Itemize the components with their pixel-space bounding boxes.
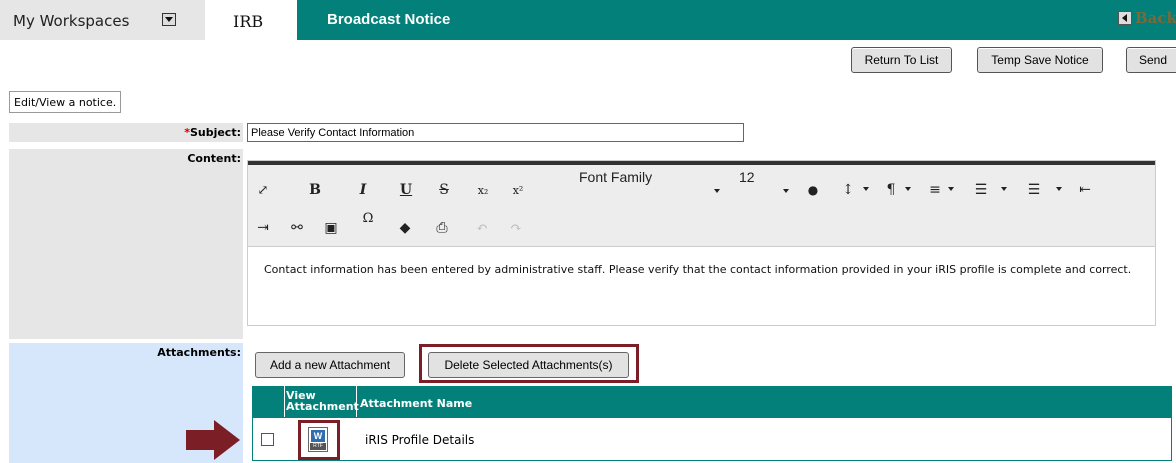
editor-toolbar: ⤢ B I U S x₂ x² Font Family 12 ● ↕ ¶ ≡ ☰… xyxy=(248,165,1155,247)
workspaces-menu[interactable]: My Workspaces xyxy=(0,0,205,40)
add-attachment-button[interactable]: Add a new Attachment xyxy=(255,352,405,378)
rtf-icon-letter: W xyxy=(311,430,325,442)
help-text: Edit/View a notice. xyxy=(9,91,122,113)
unordered-list-caret-icon[interactable] xyxy=(1056,187,1062,191)
module-tab-irb[interactable]: IRB xyxy=(205,0,297,40)
align-icon[interactable]: ≡ xyxy=(924,175,946,205)
rtf-icon-type: RTF xyxy=(310,443,326,450)
back-arrow-icon[interactable] xyxy=(1118,11,1132,25)
column-view-attachment: View Attachment xyxy=(286,389,359,413)
clear-formatting-icon[interactable]: ◆ xyxy=(394,213,416,243)
workspaces-label[interactable]: My Workspaces xyxy=(13,12,129,30)
page-title-bar: Broadcast Notice Back xyxy=(297,0,1176,40)
send-button[interactable]: Send xyxy=(1126,47,1176,73)
unordered-list-icon[interactable]: ☰ xyxy=(1023,175,1045,205)
return-to-list-button[interactable]: Return To List xyxy=(851,47,952,73)
pointer-arrow-icon xyxy=(186,420,240,460)
image-icon[interactable]: ▣ xyxy=(320,213,342,243)
module-label[interactable]: IRB xyxy=(233,12,263,31)
outdent-icon[interactable]: ⇤ xyxy=(1074,175,1096,205)
column-separator xyxy=(284,386,285,417)
paragraph-format-icon[interactable]: ¶ xyxy=(880,175,902,205)
indent-icon[interactable]: ⇥ xyxy=(252,213,274,243)
paragraph-caret-icon[interactable] xyxy=(905,187,911,191)
undo-icon[interactable]: ↶ xyxy=(471,213,493,243)
column-attachment-name: Attachment Name xyxy=(360,397,473,410)
back-label[interactable]: Back xyxy=(1135,9,1176,27)
rtf-file-icon[interactable]: W RTF xyxy=(308,427,328,452)
page-title: Broadcast Notice xyxy=(327,11,451,28)
line-height-caret-icon[interactable] xyxy=(863,187,869,191)
align-caret-icon[interactable] xyxy=(948,187,954,191)
redo-icon[interactable]: ↷ xyxy=(505,213,527,243)
row-checkbox[interactable] xyxy=(261,433,274,446)
editor-content[interactable]: Contact information has been entered by … xyxy=(264,263,1144,277)
font-size-select[interactable]: 12 xyxy=(739,169,755,185)
italic-icon[interactable]: I xyxy=(352,175,374,205)
strikethrough-icon[interactable]: S xyxy=(433,175,455,205)
underline-icon[interactable]: U xyxy=(395,175,417,205)
attachment-name: iRIS Profile Details xyxy=(365,433,475,447)
subject-input[interactable] xyxy=(247,123,744,142)
ordered-list-caret-icon[interactable] xyxy=(1001,187,1007,191)
back-link[interactable]: Back xyxy=(1118,9,1176,29)
rich-text-editor[interactable]: ⤢ B I U S x₂ x² Font Family 12 ● ↕ ¶ ≡ ☰… xyxy=(247,160,1156,326)
line-height-icon[interactable]: ↕ xyxy=(837,175,859,205)
font-family-select[interactable]: Font Family xyxy=(579,169,652,185)
top-nav: My Workspaces IRB Broadcast Notice Back xyxy=(0,0,1176,40)
font-family-caret-icon[interactable] xyxy=(714,189,720,193)
dropdown-arrow-icon[interactable] xyxy=(162,13,176,26)
fullscreen-icon[interactable]: ⤢ xyxy=(252,175,274,205)
attachments-label: Attachments: xyxy=(157,346,241,359)
content-label-cell: Content: xyxy=(9,149,243,339)
link-icon[interactable]: ⚯ xyxy=(286,213,308,243)
bold-icon[interactable]: B xyxy=(304,175,326,205)
table-row: W RTF iRIS Profile Details xyxy=(252,417,1172,461)
attachments-table-header: View Attachment Attachment Name xyxy=(252,386,1172,417)
ordered-list-icon[interactable]: ☰ xyxy=(970,175,992,205)
subscript-icon[interactable]: x₂ xyxy=(472,175,494,205)
subject-label-cell: *Subject: xyxy=(9,123,243,142)
text-color-icon[interactable]: ● xyxy=(802,175,824,205)
content-label: Content: xyxy=(187,152,241,165)
special-character-icon[interactable]: Ω xyxy=(357,203,379,233)
superscript-icon[interactable]: x² xyxy=(507,175,529,205)
font-size-caret-icon[interactable] xyxy=(783,189,789,193)
print-icon[interactable]: ⎙ xyxy=(431,213,453,243)
temp-save-notice-button[interactable]: Temp Save Notice xyxy=(977,47,1103,73)
column-separator xyxy=(356,386,357,417)
delete-attachments-button[interactable]: Delete Selected Attachments(s) xyxy=(428,352,629,378)
subject-label: Subject: xyxy=(189,126,241,139)
